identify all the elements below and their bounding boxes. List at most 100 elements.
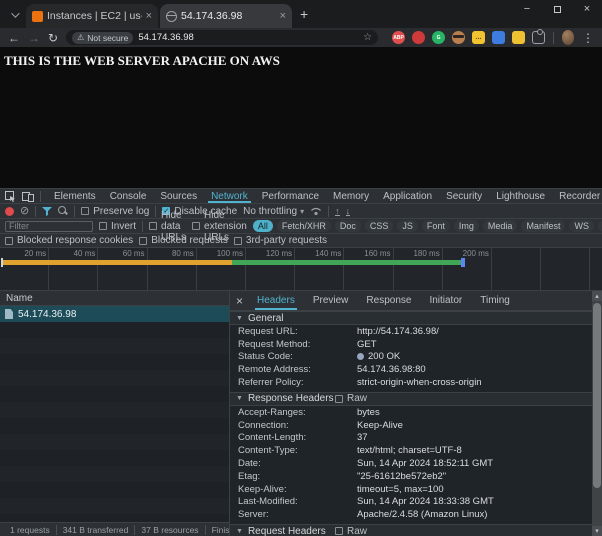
option-checkbox[interactable] (234, 237, 242, 245)
bookmark-star-icon[interactable]: ☆ (363, 32, 372, 43)
address-bar[interactable]: ⚠ Not secure 54.174.36.98 ☆ (66, 30, 378, 45)
screenshot-icon[interactable]: ... (472, 31, 485, 44)
reload-button[interactable]: ↻ (48, 32, 58, 44)
grammarly-icon[interactable]: G (432, 31, 445, 44)
filter-toggle-icon[interactable] (42, 207, 52, 216)
raw-checkbox[interactable] (335, 395, 343, 403)
type-chip-font[interactable]: Font (422, 220, 450, 232)
details-scrollbar[interactable]: ▴ ▾ (592, 291, 602, 536)
column-header-name[interactable]: Name (0, 291, 229, 306)
devtools-tab-memory[interactable]: Memory (326, 189, 376, 203)
details-tab-timing[interactable]: Timing (472, 291, 518, 310)
section-header[interactable]: ▼General (230, 311, 592, 325)
invert-toggle[interactable]: Invert (99, 221, 136, 232)
devtools-tab-security[interactable]: Security (439, 189, 489, 203)
export-har-icon[interactable]: ↓ (346, 207, 351, 216)
devtools-tab-performance[interactable]: Performance (255, 189, 326, 203)
inspect-element-icon[interactable] (5, 191, 16, 202)
profile-avatar[interactable] (562, 30, 574, 45)
devtools-tab-sources[interactable]: Sources (153, 189, 204, 203)
devtools-tab-bar: ElementsConsole Sources NetworkPerformance… (0, 189, 602, 204)
record-button[interactable] (5, 207, 14, 216)
network-overview-timeline[interactable]: 20 ms40 ms60 ms80 ms100 ms120 ms140 ms16… (0, 248, 602, 291)
type-chip-img[interactable]: Img (454, 220, 479, 232)
timeline-tick-label: 140 ms (315, 249, 341, 258)
divider (74, 206, 75, 217)
type-chip-ws[interactable]: WS (569, 220, 594, 232)
security-chip[interactable]: ⚠ Not secure (72, 32, 133, 44)
adblock-icon[interactable] (412, 31, 425, 44)
raw-toggle[interactable]: Raw (335, 393, 367, 404)
raw-toggle[interactable]: Raw (335, 526, 367, 536)
devtools-tab-elements[interactable]: Elements (47, 189, 103, 203)
minimize-button[interactable]: − (512, 0, 542, 18)
type-chip-wasm[interactable]: Wasm (598, 220, 602, 232)
close-window-button[interactable]: × (572, 0, 602, 18)
scroll-up-icon[interactable]: ▴ (592, 291, 602, 301)
request-row[interactable]: 54.174.36.98 (0, 306, 229, 322)
scrollbar-thumb[interactable] (593, 303, 601, 488)
details-tab-initiator[interactable]: Initiator (421, 291, 470, 310)
extension-icons: ABP G... (392, 31, 545, 44)
browser-menu-button[interactable]: ⋮ (582, 31, 594, 45)
new-tab-button[interactable]: + (300, 6, 308, 22)
hide-data-urls-checkbox[interactable] (149, 222, 157, 230)
extensions-puzzle-icon[interactable] (532, 31, 545, 44)
type-chip-media[interactable]: Media (483, 220, 518, 232)
option-checkbox[interactable] (139, 237, 147, 245)
header-row: Connection:Keep-Alive (230, 419, 592, 432)
header-name: Status Code: (230, 351, 357, 362)
sticky-note-icon[interactable] (512, 31, 525, 44)
close-details-icon[interactable]: × (236, 294, 243, 308)
option-toggle[interactable]: 3rd-party requests (234, 235, 327, 246)
search-icon[interactable] (58, 206, 68, 216)
devtools-tab-lighthouse[interactable]: Lighthouse (489, 189, 552, 203)
forward-button[interactable]: → (28, 32, 40, 44)
back-button[interactable]: ← (8, 32, 20, 44)
section-header[interactable]: ▼Request HeadersRaw (230, 524, 592, 536)
divider (40, 191, 41, 202)
type-chip-all[interactable]: All (253, 220, 273, 232)
type-chip-doc[interactable]: Doc (335, 220, 361, 232)
clear-icon[interactable]: ⊘ (20, 206, 29, 217)
section-header[interactable]: ▼Response HeadersRaw (230, 392, 592, 406)
preserve-log-toggle[interactable]: Preserve log (81, 206, 149, 217)
devtools-tab-network[interactable]: Network (204, 189, 255, 203)
maximize-button[interactable] (542, 0, 572, 18)
throttling-dropdown[interactable]: No throttling ▾ (243, 206, 304, 217)
tab-search-button[interactable] (6, 7, 22, 23)
type-chip-manifest[interactable]: Manifest (521, 220, 565, 232)
details-tab-headers[interactable]: Headers (249, 291, 303, 310)
option-toggle[interactable]: Blocked response cookies (5, 235, 133, 246)
devtools-tab-recorder[interactable]: RecorderΔ (552, 189, 602, 203)
tab-close-icon[interactable]: × (280, 10, 286, 22)
raw-checkbox[interactable] (335, 527, 343, 535)
docs-icon[interactable] (492, 31, 505, 44)
invert-checkbox[interactable] (99, 222, 107, 230)
preserve-log-checkbox[interactable] (81, 207, 89, 215)
scroll-down-icon[interactable]: ▾ (592, 526, 602, 536)
filter-input[interactable] (5, 221, 93, 232)
option-toggle[interactable]: Blocked requests (139, 235, 228, 246)
details-tab-preview[interactable]: Preview (305, 291, 357, 310)
tab-close-icon[interactable]: × (146, 10, 152, 22)
network-conditions-icon[interactable] (310, 206, 322, 216)
type-chip-js[interactable]: JS (397, 220, 418, 232)
import-har-icon[interactable]: ↑ (335, 207, 340, 216)
browser-tab[interactable]: 54.174.36.98× (160, 4, 292, 28)
details-tab-response[interactable]: Response (358, 291, 419, 310)
type-chip-css[interactable]: CSS (365, 220, 394, 232)
devtools-tab-application[interactable]: Application (376, 189, 439, 203)
adblock-plus-icon[interactable]: ABP (392, 31, 405, 44)
devtools-tab-console[interactable]: Console (103, 189, 154, 203)
divider (142, 221, 143, 232)
option-checkbox[interactable] (5, 237, 13, 245)
devtools-tab-label: Sources (160, 191, 197, 202)
type-chip-fetchxhr[interactable]: Fetch/XHR (277, 220, 331, 232)
browser-tab[interactable]: Instances | EC2 | us-east-1× (26, 4, 158, 28)
device-toolbar-icon[interactable] (22, 191, 34, 202)
option-label: 3rd-party requests (246, 235, 327, 246)
hide-extension-urls-checkbox[interactable] (192, 222, 200, 230)
disguise-icon[interactable] (452, 31, 465, 44)
header-name: Remote Address: (230, 364, 357, 375)
